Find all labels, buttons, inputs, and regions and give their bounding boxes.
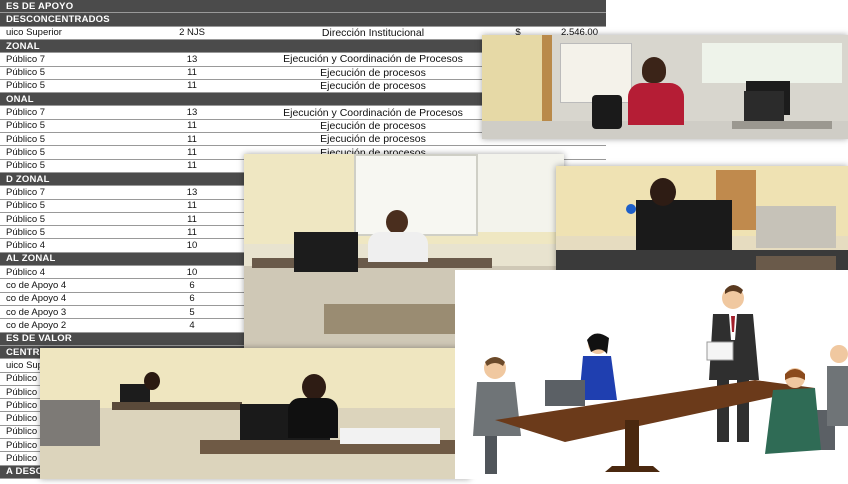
sheet-cell-c1: DESCONCENTRADOS: [6, 13, 110, 25]
sheet-cell-c2: 5: [189, 306, 195, 318]
sheet-cell-c2: 11: [187, 80, 197, 92]
sheet-cell-c1: uico Superior: [6, 27, 62, 39]
sheet-cell-c1: co de Apoyo 2: [6, 319, 67, 331]
sheet-cell-c1: Público 7: [6, 186, 46, 198]
meeting-illustration: [473, 285, 848, 474]
sheet-cell-c1: Público 5: [6, 213, 46, 225]
sheet-cell-c1: Público 5: [6, 120, 46, 132]
sheet-cell-c1: ONAL: [6, 93, 34, 105]
sheet-section-header: DESCONCENTRADOS: [0, 13, 606, 27]
cartoon-business-meeting: [455, 270, 848, 479]
sheet-cell-c3: Dirección Institucional: [321, 26, 425, 39]
sheet-cell-c2: 11: [187, 160, 197, 172]
sheet-cell-c2: 11: [187, 213, 197, 225]
sheet-cell-c3: Ejecución de procesos: [320, 66, 426, 79]
sheet-cell-c3: Ejecución y Coordinación de Procesos: [283, 53, 463, 66]
sheet-cell-c2: 11: [187, 226, 197, 238]
woman-figure: [642, 57, 666, 83]
sheet-cell-c1: ZONAL: [6, 40, 40, 52]
sheet-cell-c2: 13: [186, 186, 198, 198]
sheet-cell-c2: 11: [187, 147, 197, 158]
chair-left: [545, 380, 585, 406]
sheet-cell-c2: 13: [186, 107, 198, 119]
sheet-cell-c2: 11: [187, 120, 197, 132]
sheet-cell-c2: 13: [186, 53, 198, 65]
woman-figure-2: [650, 178, 676, 206]
man-figure: [386, 210, 408, 234]
sheet-cell-c1: co de Apoyo 4: [6, 280, 67, 292]
sheet-cell-c2: 11: [187, 200, 197, 212]
sheet-cell-c1: Público 5: [6, 67, 46, 79]
sheet-cell-c1: ES DE APOYO: [6, 0, 74, 12]
meeting-table: [495, 380, 815, 472]
sheet-cell-c3: Ejecución y Coordinación de Procesos: [283, 106, 463, 119]
sheet-cell-c2: 4: [189, 319, 195, 331]
sheet-cell-c2: 11: [187, 133, 197, 145]
office-photo-two-workers: [40, 348, 470, 479]
office-photo-woman-desk: [482, 35, 848, 139]
sheet-cell-c1: Público 5: [6, 200, 46, 212]
sheet-cell-c1: ES DE VALOR: [6, 333, 72, 345]
sheet-cell-c2: 6: [189, 280, 195, 292]
sheet-cell-c1: co de Apoyo 3: [6, 306, 67, 318]
sheet-cell-c2: 2 NJS: [179, 27, 205, 39]
sheet-cell-c1: Público 7: [6, 53, 46, 65]
grey-suit-figure: [473, 357, 521, 474]
sheet-cell-c1: Público 7: [6, 107, 46, 119]
sheet-cell-c1: Público 4: [6, 266, 46, 278]
sheet-cell-c1: co de Apoyo 4: [6, 293, 67, 305]
presenter-figure: [706, 285, 759, 442]
sheet-cell-c3: Ejecución de procesos: [320, 133, 426, 146]
sheet-section-header: ES DE APOYO: [0, 0, 606, 14]
sheet-cell-c2: 11: [187, 67, 197, 79]
sheet-cell-c1: Público 5: [6, 226, 46, 238]
sheet-cell-c1: D ZONAL: [6, 173, 50, 185]
sheet-cell-c1: Público 4: [6, 240, 46, 252]
sheet-cell-c2: 10: [186, 266, 198, 278]
sheet-cell-c3: Ejecución de procesos: [320, 79, 426, 92]
sheet-cell-c2: 6: [189, 293, 195, 305]
sheet-cell-c1: Público 5: [6, 80, 46, 92]
sheet-cell-c1: Público 5: [6, 133, 46, 145]
sheet-cell-c2: 10: [186, 240, 198, 252]
sheet-cell-c1: AL ZONAL: [6, 253, 56, 265]
sheet-cell-c3: Ejecución de procesos: [320, 119, 426, 132]
sheet-cell-c1: Público 5: [6, 147, 46, 158]
partial-figure-right: [827, 345, 848, 426]
woman-figure-3: [302, 374, 326, 400]
sheet-cell-c1: Público 5: [6, 160, 46, 172]
green-suit-figure: [765, 368, 821, 454]
